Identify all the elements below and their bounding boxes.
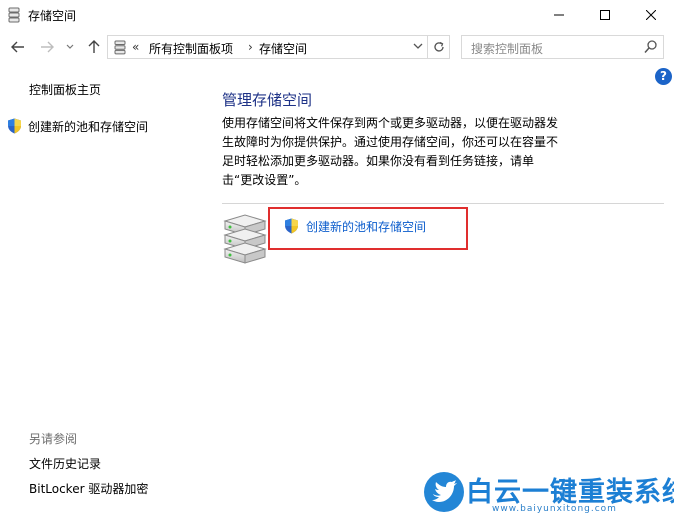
breadcrumb-separator[interactable]: › [248,40,253,54]
breadcrumb-overflow[interactable]: « [132,40,139,54]
bitlocker-link[interactable]: BitLocker 驱动器加密 [29,480,148,497]
chevron-down-icon[interactable] [413,42,423,50]
address-bar[interactable]: « 所有控制面板项 › 存储空间 [107,35,428,59]
create-pool-link[interactable]: 创建新的池和存储空间 [284,217,426,235]
refresh-button[interactable] [428,35,450,59]
file-history-link[interactable]: 文件历史记录 [29,455,101,472]
storage-spaces-icon [8,7,20,23]
page-title: 管理存储空间 [222,91,313,109]
back-arrow-icon [11,41,24,53]
create-pool-task-link[interactable]: 创建新的池和存储空间 [7,117,148,135]
forward-arrow-icon [41,41,54,53]
up-arrow-icon [88,40,100,53]
window-title: 存储空间 [28,9,77,23]
uac-shield-icon [8,118,21,134]
close-button[interactable] [628,0,674,30]
help-button[interactable]: ? [655,68,672,85]
breadcrumb-storage-spaces[interactable]: 存储空间 [259,40,307,57]
storage-drives-icon [223,214,267,264]
recent-locations-button[interactable] [64,38,76,56]
search-box[interactable]: 搜索控制面板 [461,35,664,59]
search-placeholder: 搜索控制面板 [471,42,544,56]
create-pool-link-label: 创建新的池和存储空间 [306,219,427,234]
create-pool-task-label: 创建新的池和存储空间 [28,119,149,134]
chevron-down-icon [66,44,74,49]
title-bar: 存储空间 [0,0,674,30]
minimize-button[interactable] [536,0,582,30]
see-also-heading: 另请参阅 [29,432,78,446]
control-panel-home-link[interactable]: 控制面板主页 [29,81,101,98]
page-description: 使用存储空间将文件保存到两个或更多驱动器，以便在驱动器发生故障时为你提供保护。通… [222,116,559,187]
navigation-bar: « 所有控制面板项 › 存储空间 搜索控制面板 [0,30,674,64]
search-icon[interactable] [644,40,657,54]
maximize-button[interactable] [582,0,628,30]
forward-button[interactable] [39,38,55,56]
maximize-icon [600,10,610,20]
minimize-icon [554,14,564,16]
storage-spaces-icon [114,40,126,55]
watermark-url: www.baiyunxitong.com [492,504,617,514]
uac-shield-icon [285,218,298,234]
watermark: 白云一键重装系统 www.baiyunxitong.com [418,470,674,517]
close-icon [646,10,656,20]
up-button[interactable] [86,38,102,56]
refresh-icon [433,41,444,52]
back-button[interactable] [10,38,26,56]
bird-logo-icon [424,472,464,512]
breadcrumb-all-control-panel-items[interactable]: 所有控制面板项 [149,40,233,57]
divider [222,203,664,204]
